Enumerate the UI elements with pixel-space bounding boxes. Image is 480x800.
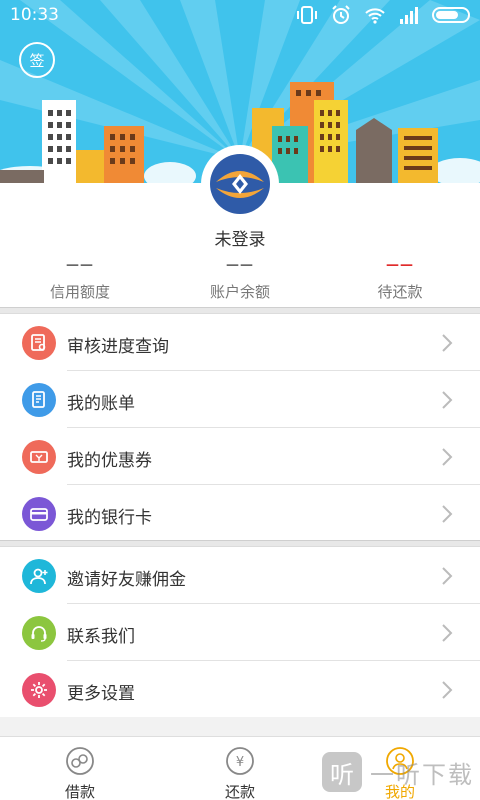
login-status[interactable]: 未登录 (0, 225, 480, 250)
menu-item-label: 我的优惠券 (67, 451, 152, 471)
bank-card-icon (22, 497, 56, 531)
stat-credit-limit[interactable]: —— 信用额度 (0, 258, 160, 302)
status-time: 10:33 (10, 5, 59, 25)
watermark: 听 一听下载 (322, 752, 474, 792)
document-search-icon (22, 326, 56, 360)
chevron-right-icon (442, 681, 453, 699)
stat-pending-repayment[interactable]: —— 待还款 (320, 258, 480, 302)
sign-in-button[interactable]: 签 (19, 42, 59, 78)
menu-item-label: 我的银行卡 (67, 508, 152, 528)
chevron-right-icon (442, 567, 453, 585)
headset-icon (22, 616, 56, 650)
menu-group-account: 审核进度查询 我的账单 我的优惠券 我的银行卡 (0, 314, 480, 541)
menu-item-review-progress[interactable]: 审核进度查询 (0, 314, 480, 371)
svg-text:¥: ¥ (236, 755, 244, 770)
section-divider (0, 540, 480, 547)
status-icons (296, 4, 470, 26)
stat-account-balance[interactable]: —— 账户余额 (160, 258, 320, 302)
menu-item-label: 审核进度查询 (67, 337, 169, 357)
account-stats: —— 信用额度 —— 账户余额 —— 待还款 (0, 258, 480, 302)
bill-icon (22, 383, 56, 417)
stat-label: 信用额度 (49, 283, 110, 301)
signal-icon (400, 7, 418, 24)
tab-label: 借款 (64, 783, 95, 800)
sign-in-label: 签 (19, 42, 55, 78)
wifi-icon (365, 8, 385, 24)
menu-item-invite-friends[interactable]: 邀请好友赚佣金 (0, 547, 480, 604)
menu-item-label: 邀请好友赚佣金 (67, 570, 186, 590)
tab-borrow[interactable]: 借款 (0, 737, 160, 800)
stat-value: —— (386, 258, 414, 273)
coupon-icon (22, 440, 56, 474)
chevron-right-icon (442, 391, 453, 409)
tab-repay[interactable]: ¥ 还款 (160, 737, 320, 800)
borrow-icon (66, 747, 94, 775)
vibrate-icon (297, 6, 317, 24)
watermark-logo: 听 (322, 752, 362, 792)
stat-label: 待还款 (377, 283, 423, 301)
menu-item-contact-us[interactable]: 联系我们 (0, 604, 480, 661)
menu-item-label: 联系我们 (67, 627, 135, 647)
stat-label: 账户余额 (209, 283, 270, 301)
menu-item-label: 更多设置 (67, 684, 135, 704)
repay-icon: ¥ (226, 747, 254, 775)
status-bar: 10:33 (0, 0, 480, 34)
section-divider (0, 307, 480, 314)
chevron-right-icon (442, 624, 453, 642)
menu-item-my-coupons[interactable]: 我的优惠券 (0, 428, 480, 485)
menu-item-label: 我的账单 (67, 394, 135, 414)
stat-value: —— (66, 258, 94, 273)
menu-group-more: 邀请好友赚佣金 联系我们 更多设置 (0, 547, 480, 717)
avatar[interactable] (201, 145, 279, 223)
tab-label: 还款 (224, 783, 255, 800)
menu-item-more-settings[interactable]: 更多设置 (0, 661, 480, 718)
chevron-right-icon (442, 448, 453, 466)
watermark-text: 一听下载 (370, 760, 474, 789)
battery-icon (432, 7, 470, 23)
alarm-icon (332, 5, 350, 24)
chevron-right-icon (442, 505, 453, 523)
settings-icon (22, 673, 56, 707)
menu-item-my-bill[interactable]: 我的账单 (0, 371, 480, 428)
app-logo-icon (210, 154, 270, 214)
menu-item-my-bank-card[interactable]: 我的银行卡 (0, 485, 480, 542)
chevron-right-icon (442, 334, 453, 352)
invite-friend-icon (22, 559, 56, 593)
stat-value: —— (226, 258, 254, 273)
